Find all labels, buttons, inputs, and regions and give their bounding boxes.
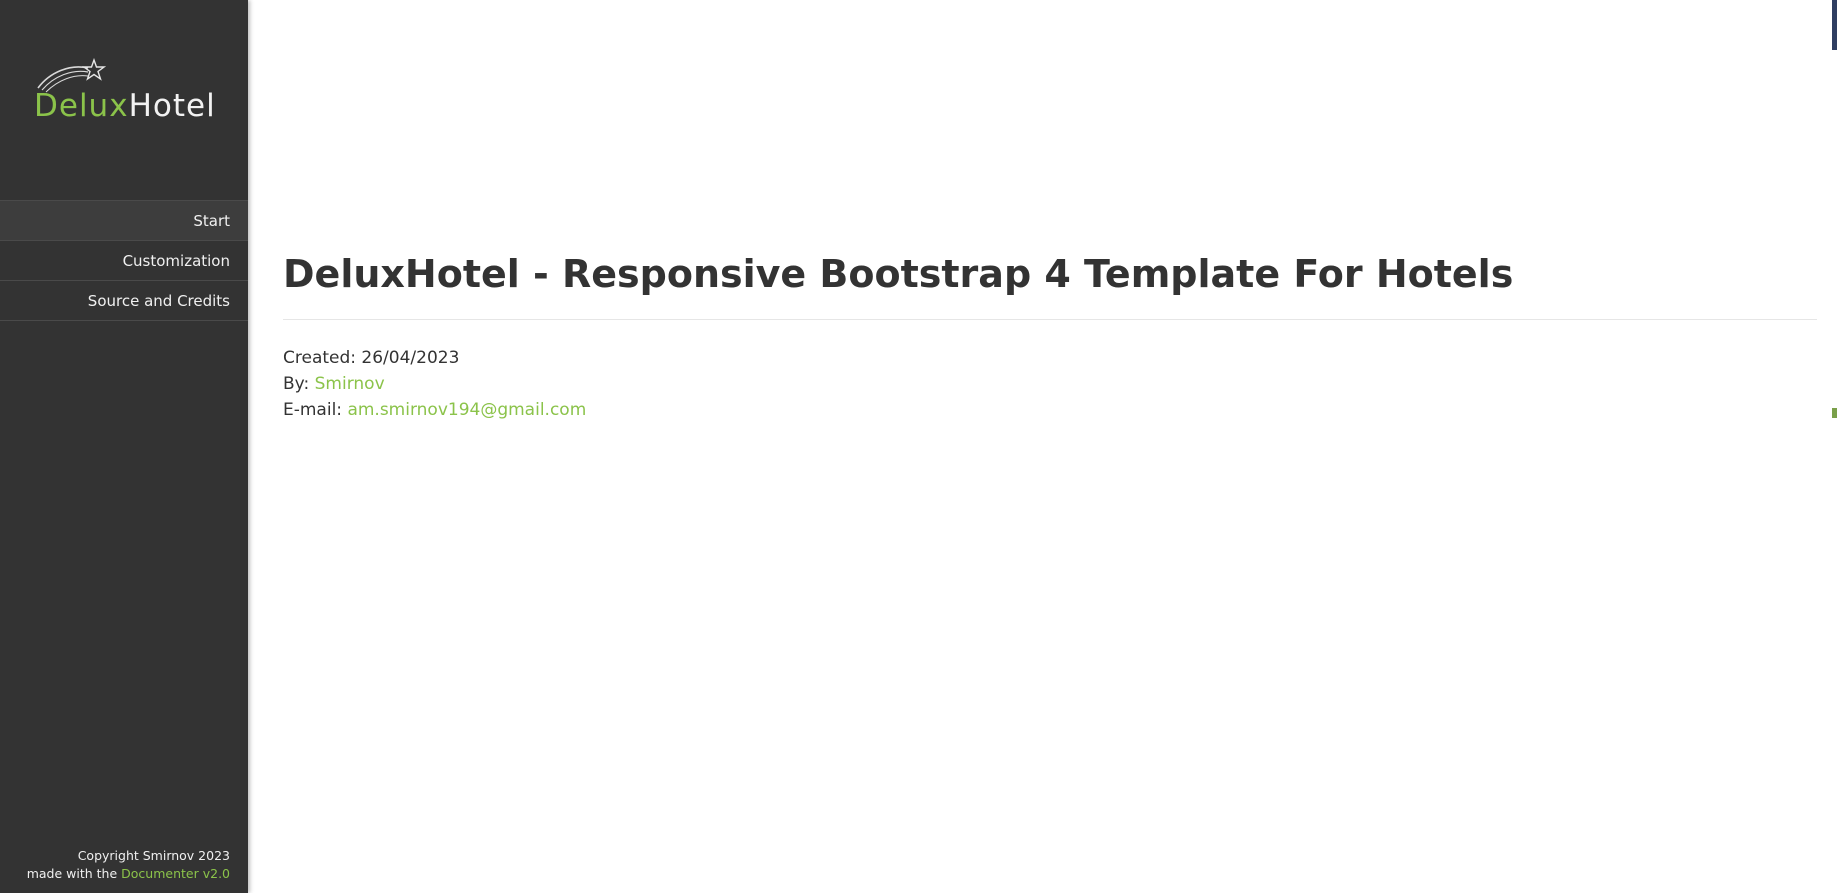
sidebar-nav: Start Customization Source and Credits <box>0 200 248 321</box>
nav-item-source-and-credits[interactable]: Source and Credits <box>0 281 248 321</box>
author-label: By: <box>283 374 310 394</box>
document-meta: Created: 26/04/2023 By: Smirnov E-mail: … <box>283 345 586 423</box>
logo-word-delux: Delux <box>34 88 129 124</box>
email-line: E-mail: am.smirnov194@gmail.com <box>283 397 586 423</box>
logo[interactable]: DeluxHotel <box>34 56 216 126</box>
window-edge-artifact <box>1831 0 1837 420</box>
edge-dark-strip <box>1832 0 1837 50</box>
page-title: DeluxHotel - Responsive Bootstrap 4 Temp… <box>283 252 1514 296</box>
logo-word-hotel: Hotel <box>128 88 216 124</box>
nav-item-label: Start <box>193 211 230 230</box>
nav-item-customization[interactable]: Customization <box>0 241 248 281</box>
author-line: By: Smirnov <box>283 371 586 397</box>
email-link[interactable]: am.smirnov194@gmail.com <box>347 400 586 420</box>
documenter-link[interactable]: Documenter v2.0 <box>121 866 230 881</box>
made-with-text: made with the <box>26 866 118 881</box>
made-with-line: made with the Documenter v2.0 <box>27 865 230 883</box>
email-label: E-mail: <box>283 400 343 420</box>
created-value: 26/04/2023 <box>361 348 460 368</box>
nav-item-label: Source and Credits <box>87 291 230 310</box>
nav-item-label: Customization <box>122 251 230 270</box>
sidebar-footer: Copyright Smirnov 2023 made with the Doc… <box>27 847 230 883</box>
documentation-page: DeluxHotel Start Customization Source an… <box>0 0 1837 893</box>
logo-wordmark: DeluxHotel <box>34 88 216 124</box>
title-divider <box>283 319 1817 320</box>
edge-green-strip <box>1832 408 1837 418</box>
copyright-text: Copyright Smirnov 2023 <box>77 848 230 863</box>
sidebar: DeluxHotel Start Customization Source an… <box>0 0 248 893</box>
created-line: Created: 26/04/2023 <box>283 345 586 371</box>
nav-item-start[interactable]: Start <box>0 201 248 241</box>
created-label: Created: <box>283 348 357 368</box>
author-link[interactable]: Smirnov <box>315 374 385 394</box>
